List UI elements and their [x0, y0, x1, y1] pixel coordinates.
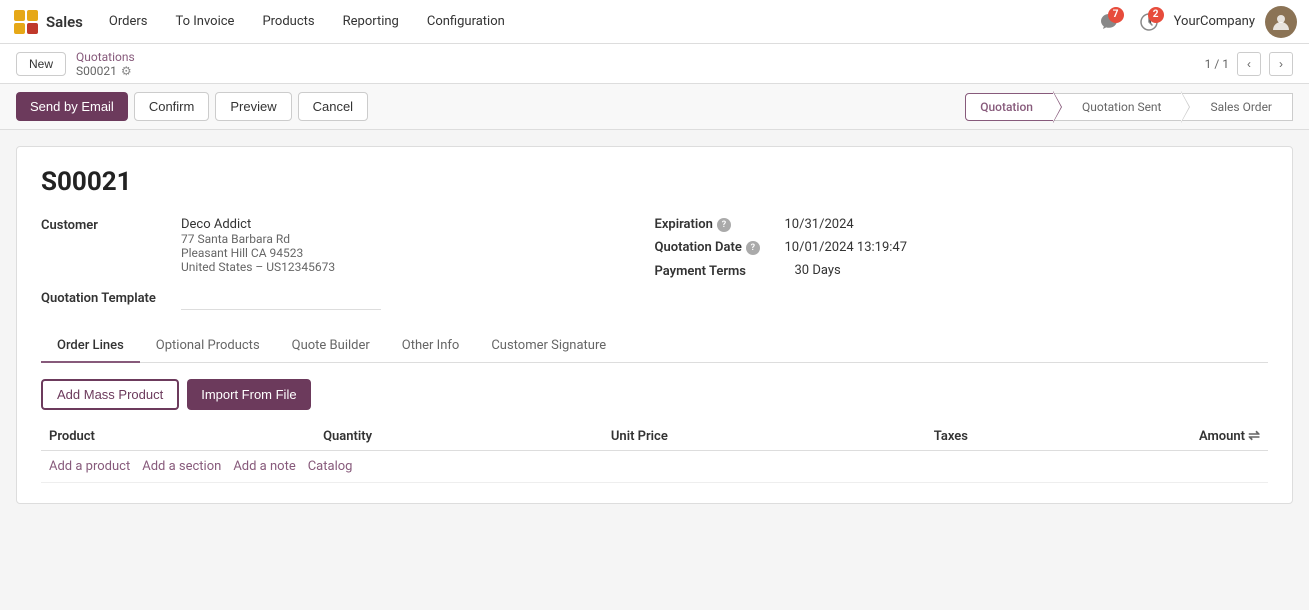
app-name: Sales: [46, 13, 83, 31]
quotation-date-label: Quotation Date ?: [655, 240, 785, 255]
add-product-link[interactable]: Add a product: [49, 459, 130, 474]
record-card: S00021 Customer Deco Addict 77 Santa Bar…: [16, 146, 1293, 504]
add-section-link[interactable]: Add a section: [142, 459, 221, 474]
field-group-right: Expiration ? 10/31/2024 Quotation Date ?…: [655, 217, 1269, 310]
pagination-text: 1 / 1: [1205, 57, 1229, 71]
col-taxes: Taxes: [926, 422, 1148, 451]
col-quantity: Quantity: [315, 422, 603, 451]
app-logo[interactable]: Sales: [12, 8, 83, 36]
add-note-link[interactable]: Add a note: [233, 459, 295, 474]
order-lines-table: Product Quantity Unit Price Taxes Amount: [41, 422, 1268, 483]
prev-record-button[interactable]: ‹: [1237, 52, 1261, 76]
col-unit-price: Unit Price: [603, 422, 926, 451]
notifications-badge: 7: [1108, 7, 1124, 23]
status-steps: Quotation Quotation Sent Sales Order: [965, 93, 1293, 121]
customer-address-2: Pleasant Hill CA 94523: [181, 246, 335, 260]
expiration-label: Expiration ?: [655, 217, 785, 232]
tab-actions: Add Mass Product Import From File: [41, 379, 1268, 410]
adjust-columns-icon[interactable]: ⇌: [1248, 428, 1260, 444]
tab-customer-signature[interactable]: Customer Signature: [475, 330, 622, 363]
breadcrumb-id: S00021: [76, 64, 117, 78]
tab-other-info[interactable]: Other Info: [386, 330, 476, 363]
gear-icon[interactable]: ⚙: [121, 64, 132, 78]
status-sales-order[interactable]: Sales Order: [1181, 93, 1293, 121]
customer-address-3: United States – US12345673: [181, 260, 335, 274]
company-name[interactable]: YourCompany: [1174, 14, 1255, 29]
nav-to-invoice[interactable]: To Invoice: [161, 0, 248, 44]
sales-logo-icon: [12, 8, 40, 36]
top-navigation: Sales Orders To Invoice Products Reporti…: [0, 0, 1309, 44]
customer-value: Deco Addict 77 Santa Barbara Rd Pleasant…: [181, 217, 335, 274]
add-mass-product-button[interactable]: Add Mass Product: [41, 379, 179, 410]
expiration-field-row: Expiration ? 10/31/2024: [655, 217, 1269, 232]
nav-orders[interactable]: Orders: [95, 0, 162, 44]
tab-quote-builder[interactable]: Quote Builder: [276, 330, 386, 363]
notifications-button[interactable]: 7: [1094, 7, 1124, 37]
customer-address-1: 77 Santa Barbara Rd: [181, 232, 335, 246]
payment-terms-label: Payment Terms: [655, 263, 795, 279]
send-by-email-button[interactable]: Send by Email: [16, 92, 128, 121]
breadcrumb-right: 1 / 1 ‹ ›: [1205, 52, 1293, 76]
breadcrumb-left: New Quotations S00021 ⚙: [16, 50, 135, 78]
breadcrumb-parent[interactable]: Quotations: [76, 50, 135, 64]
action-buttons: Send by Email Confirm Preview Cancel: [16, 92, 368, 121]
activities-badge: 2: [1148, 7, 1164, 23]
tab-content-order-lines: Add Mass Product Import From File Produc…: [41, 379, 1268, 483]
confirm-button[interactable]: Confirm: [134, 92, 210, 121]
new-button[interactable]: New: [16, 52, 66, 76]
breadcrumb-links: Quotations S00021 ⚙: [76, 50, 135, 78]
preview-button[interactable]: Preview: [215, 92, 291, 121]
quotation-date-help-icon[interactable]: ?: [746, 241, 760, 255]
breadcrumb-bar: New Quotations S00021 ⚙ 1 / 1 ‹ ›: [0, 44, 1309, 84]
action-bar: Send by Email Confirm Preview Cancel Quo…: [0, 84, 1309, 130]
customer-field-row: Customer Deco Addict 77 Santa Barbara Rd…: [41, 217, 655, 274]
breadcrumb-current: S00021 ⚙: [76, 64, 135, 78]
tab-order-lines[interactable]: Order Lines: [41, 330, 140, 363]
quotation-template-value[interactable]: [181, 290, 381, 310]
quotation-template-row: Quotation Template: [41, 290, 655, 310]
add-row-links: Add a product Add a section Add a note C…: [41, 451, 1268, 482]
customer-label: Customer: [41, 217, 181, 233]
record-title: S00021: [41, 167, 1268, 197]
status-quotation-sent[interactable]: Quotation Sent: [1053, 93, 1183, 121]
customer-name[interactable]: Deco Addict: [181, 217, 251, 232]
nav-configuration[interactable]: Configuration: [413, 0, 519, 44]
col-amount: Amount ⇌: [1148, 422, 1268, 451]
field-group-left: Customer Deco Addict 77 Santa Barbara Rd…: [41, 217, 655, 310]
nav-links: Orders To Invoice Products Reporting Con…: [95, 0, 1094, 44]
empty-row: Add a product Add a section Add a note C…: [41, 451, 1268, 483]
payment-terms-value[interactable]: 30 Days: [795, 263, 841, 278]
col-product: Product: [41, 422, 315, 451]
payment-terms-field-row: Payment Terms 30 Days: [655, 263, 1269, 279]
quotation-date-field-row: Quotation Date ? 10/01/2024 13:19:47: [655, 240, 1269, 255]
next-record-button[interactable]: ›: [1269, 52, 1293, 76]
quotation-date-value: 10/01/2024 13:19:47: [785, 240, 908, 255]
nav-reporting[interactable]: Reporting: [329, 0, 413, 44]
quotation-template-label: Quotation Template: [41, 290, 181, 306]
tab-bar: Order Lines Optional Products Quote Buil…: [41, 330, 1268, 363]
expiration-help-icon[interactable]: ?: [717, 218, 731, 232]
catalog-link[interactable]: Catalog: [308, 459, 353, 474]
user-avatar[interactable]: [1265, 6, 1297, 38]
expiration-value[interactable]: 10/31/2024: [785, 217, 854, 232]
nav-products[interactable]: Products: [248, 0, 328, 44]
import-from-file-button[interactable]: Import From File: [187, 379, 310, 410]
nav-right-section: 7 2 YourCompany: [1094, 6, 1297, 38]
cancel-button[interactable]: Cancel: [298, 92, 368, 121]
status-quotation[interactable]: Quotation: [965, 93, 1054, 121]
activities-button[interactable]: 2: [1134, 7, 1164, 37]
record-fields: Customer Deco Addict 77 Santa Barbara Rd…: [41, 217, 1268, 310]
main-content: S00021 Customer Deco Addict 77 Santa Bar…: [0, 130, 1309, 604]
tab-optional-products[interactable]: Optional Products: [140, 330, 276, 363]
